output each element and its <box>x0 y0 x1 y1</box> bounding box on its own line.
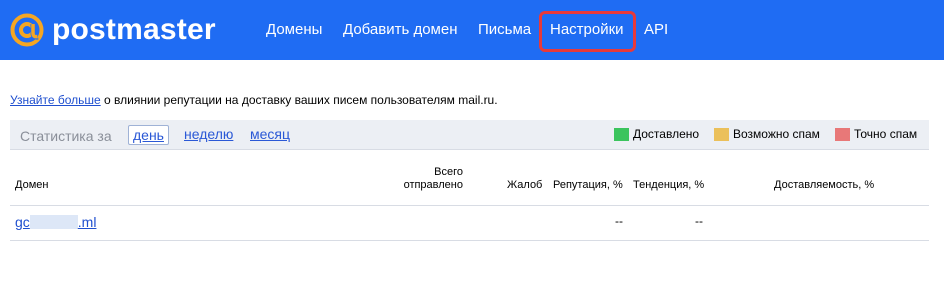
top-navigation-bar: postmaster Домены Добавить домен Письма … <box>0 0 944 60</box>
period-day-button[interactable]: день <box>128 125 169 145</box>
trend-value: -- <box>695 214 703 228</box>
reputation-value: -- <box>615 214 623 228</box>
redacted-domain-part <box>29 215 78 229</box>
header-complaints: Жалоб <box>507 179 543 191</box>
domain-link-start: gc <box>15 214 30 230</box>
nav-add-domain[interactable]: Добавить домен <box>343 20 458 40</box>
nav-domains[interactable]: Домены <box>266 20 322 40</box>
nav-api[interactable]: API <box>644 20 668 40</box>
domain-link-end: .ml <box>77 214 97 230</box>
reputation-info-text: о влиянии репутации на доставку ваших пи… <box>100 93 498 107</box>
header-domain: Домен <box>15 179 49 191</box>
domain-link[interactable]: gc .ml <box>15 214 96 230</box>
delivered-swatch <box>614 127 629 141</box>
legend-spam-label: Точно спам <box>854 127 918 141</box>
learn-more-link[interactable]: Узнайте больше <box>10 93 101 107</box>
logo[interactable]: postmaster <box>10 10 216 50</box>
legend-possible-spam-label: Возможно спам <box>733 127 820 141</box>
possible-spam-swatch <box>714 127 729 141</box>
at-sign-icon <box>10 13 44 47</box>
table-row-divider <box>10 240 929 241</box>
header-reputation: Репутация, % <box>553 179 623 191</box>
legend-delivered: Доставлено <box>614 127 699 141</box>
spam-swatch <box>835 127 850 141</box>
period-week-button[interactable]: неделю <box>180 125 237 145</box>
legend-delivered-label: Доставлено <box>633 127 700 141</box>
reputation-info: Узнайте больше о влиянии репутации на до… <box>10 93 498 107</box>
statistics-period-bar: Статистика за день неделю месяц Доставле… <box>10 120 929 150</box>
period-month-button[interactable]: месяц <box>246 125 294 145</box>
header-sent-line1: Всего <box>434 166 463 178</box>
nav-settings[interactable]: Настройки <box>550 20 624 40</box>
header-sent-line2: отправлено <box>403 179 463 191</box>
table-header-divider <box>10 205 929 206</box>
header-deliverability: Доставляемость, % <box>774 179 875 191</box>
nav-letters[interactable]: Письма <box>478 20 531 40</box>
legend-possible-spam: Возможно спам <box>714 127 820 141</box>
legend-spam: Точно спам <box>835 127 917 141</box>
logo-text: postmaster <box>52 13 216 46</box>
header-trend: Тенденция, % <box>633 179 705 191</box>
statistics-label: Статистика за <box>20 128 112 144</box>
